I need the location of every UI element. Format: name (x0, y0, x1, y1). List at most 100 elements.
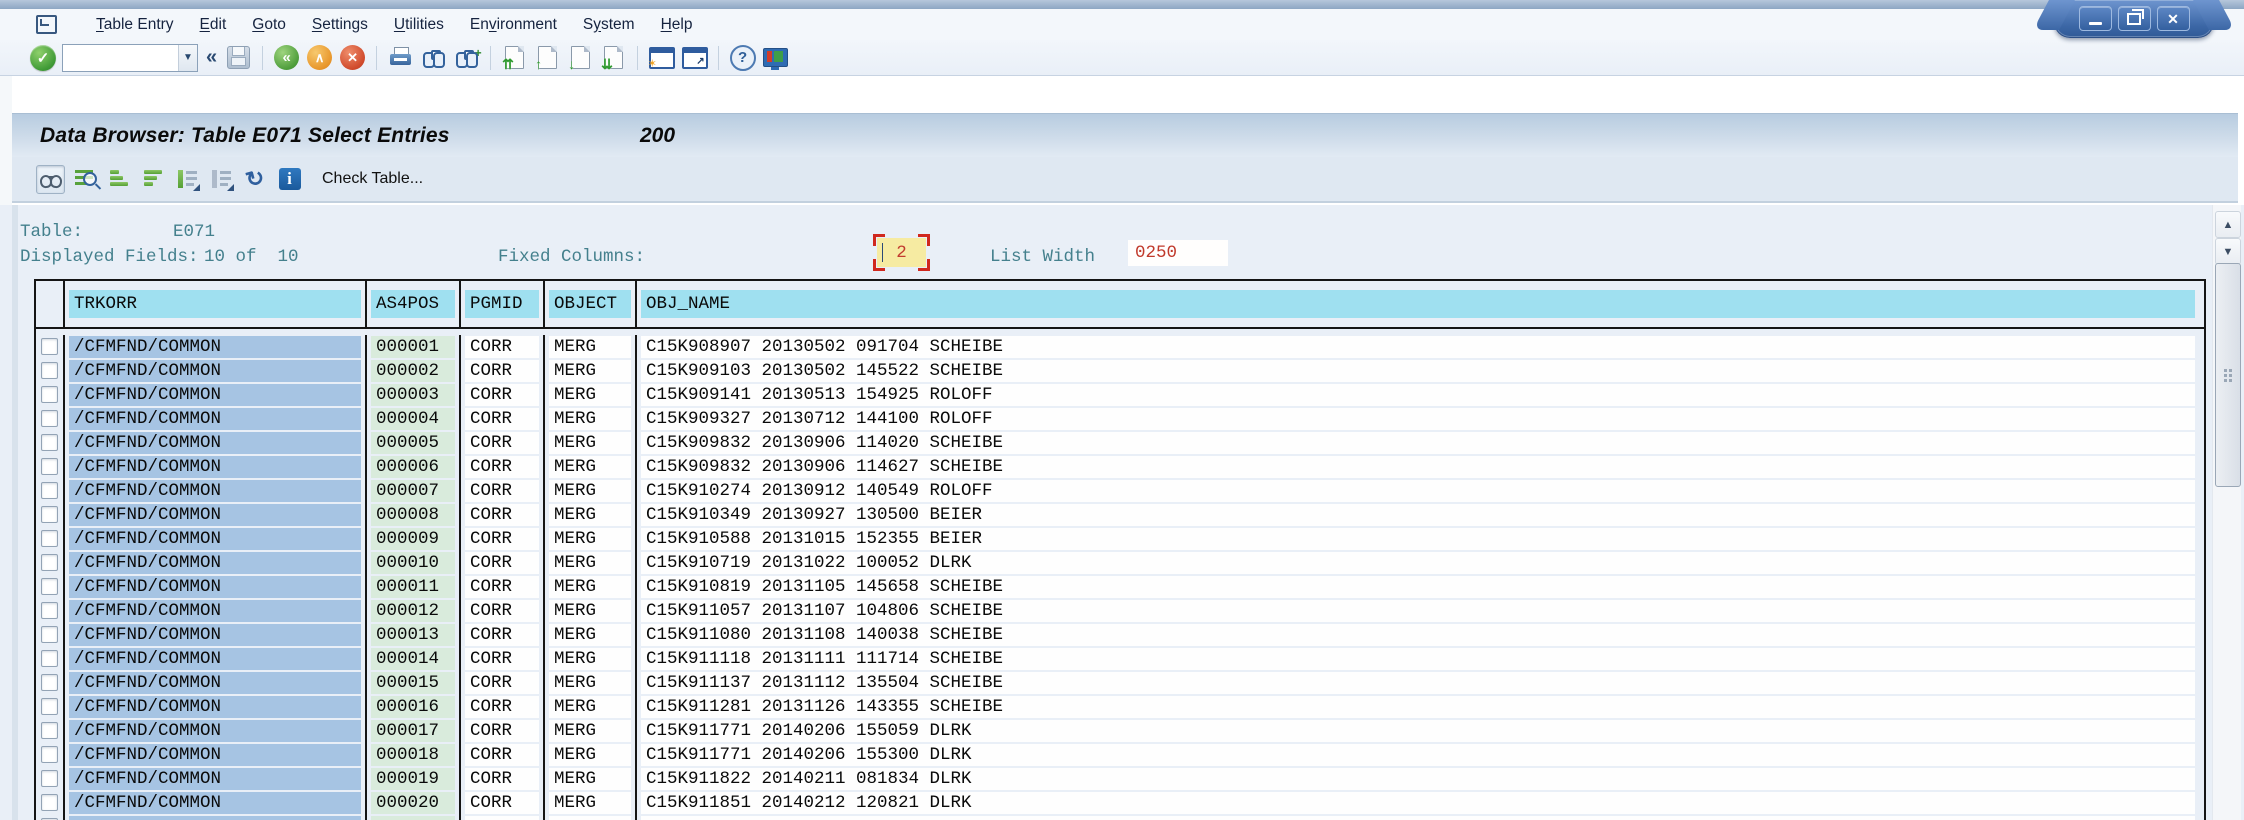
column-header-obj-name[interactable]: OBJ_NAME (637, 281, 2204, 327)
sort-descending-button[interactable] (140, 166, 167, 193)
delete-filter-button[interactable] (208, 166, 235, 193)
row-checkbox[interactable] (41, 602, 58, 619)
cancel-button[interactable]: ✕ (339, 44, 366, 71)
cell-trkorr: /CFMFND/COMMON (65, 335, 367, 359)
table-row[interactable]: /CFMFND/COMMON 000011 CORR MERG C15K9108… (36, 575, 2204, 599)
menu-item-environment[interactable]: Environment (457, 12, 570, 38)
help-button[interactable]: ? (729, 44, 756, 71)
cell-pgmid: CORR (461, 551, 545, 575)
choose-details-button[interactable] (72, 166, 99, 193)
refresh-button[interactable]: ↻ (242, 166, 269, 193)
system-menu-icon[interactable] (36, 15, 57, 34)
column-header-as4pos[interactable]: AS4POS (367, 281, 461, 327)
column-header-pgmid[interactable]: PGMID (461, 281, 545, 327)
row-checkbox[interactable] (41, 386, 58, 403)
table-row[interactable]: /CFMFND/COMMON 000020 CORR MERG C15K9118… (36, 791, 2204, 815)
table-row[interactable]: /CFMFND/COMMON 000005 CORR MERG C15K9098… (36, 431, 2204, 455)
check-table-button[interactable]: Check Table... (322, 170, 423, 188)
scrollbar-thumb[interactable] (2215, 263, 2241, 487)
next-page-button[interactable]: ↓ (567, 44, 594, 71)
gui-settings-button[interactable] (762, 44, 789, 71)
sort-descending-icon (144, 170, 164, 188)
row-checkbox[interactable] (41, 554, 58, 571)
row-checkbox[interactable] (41, 578, 58, 595)
cell-as4pos: 000012 (367, 599, 461, 623)
table-row[interactable]: /CFMFND/COMMON 000004 CORR MERG C15K9093… (36, 407, 2204, 431)
find-button[interactable] (420, 44, 447, 71)
row-checkbox[interactable] (41, 722, 58, 739)
sort-ascending-button[interactable] (106, 166, 133, 193)
menu-item-settings[interactable]: Settings (299, 12, 381, 38)
set-filter-button[interactable] (174, 166, 201, 193)
create-shortcut-button[interactable]: ↗ (681, 44, 708, 71)
menu-item-edit[interactable]: Edit (187, 12, 240, 38)
last-page-button[interactable]: ⇊ (600, 44, 627, 71)
save-button[interactable] (225, 44, 252, 71)
table-row[interactable]: /CFMFND/COMMON 000007 CORR MERG C15K9102… (36, 479, 2204, 503)
table-row[interactable]: /CFMFND/COMMON 000019 CORR MERG C15K9118… (36, 767, 2204, 791)
command-field[interactable] (63, 47, 178, 69)
table-row[interactable]: /CFMFND/COMMON 000013 CORR MERG C15K9110… (36, 623, 2204, 647)
menu-item-goto[interactable]: Goto (239, 12, 299, 38)
back-button[interactable]: « (273, 44, 300, 71)
row-checkbox[interactable] (41, 410, 58, 427)
table-row[interactable]: /CFMFND/COMMON 000003 CORR MERG C15K9091… (36, 383, 2204, 407)
menu-item-system[interactable]: System (570, 12, 648, 38)
row-checkbox[interactable] (41, 530, 58, 547)
table-row[interactable]: /CFMFND/COMMON 000010 CORR MERG C15K9107… (36, 551, 2204, 575)
table-row[interactable]: /CFMFND/COMMON 000006 CORR MERG C15K9098… (36, 455, 2204, 479)
enter-button[interactable]: ✓ (30, 45, 56, 71)
collapse-icon[interactable]: « (204, 46, 219, 69)
find-next-button[interactable]: + (453, 44, 480, 71)
column-header-trkorr[interactable]: TRKORR (65, 281, 367, 327)
first-page-button[interactable]: ⇈ (501, 44, 528, 71)
table-row[interactable]: /CFMFND/COMMON 000012 CORR MERG C15K9110… (36, 599, 2204, 623)
row-checkbox[interactable] (41, 746, 58, 763)
menu-item-help[interactable]: Help (648, 12, 706, 38)
new-session-button[interactable]: ✶ (648, 44, 675, 71)
menu-item-utilities[interactable]: Utilities (381, 12, 457, 38)
row-checkbox[interactable] (41, 482, 58, 499)
row-select-cell (36, 719, 65, 743)
table-row[interactable]: /CFMFND/COMMON 000015 CORR MERG C15K9111… (36, 671, 2204, 695)
column-header-object[interactable]: OBJECT (545, 281, 637, 327)
table-row[interactable]: /CFMFND/COMMON 000018 CORR MERG C15K9117… (36, 743, 2204, 767)
row-checkbox[interactable] (41, 674, 58, 691)
table-row[interactable]: /CFMFND/COMMON 000001 CORR MERG C15K9089… (36, 335, 2204, 359)
fixed-columns-field[interactable]: 2 (877, 238, 926, 267)
table-row[interactable]: /CFMFND/COMMON 000014 CORR MERG C15K9111… (36, 647, 2204, 671)
scroll-down-button[interactable]: ▼ (2215, 238, 2241, 265)
table-row[interactable]: /CFMFND/COMMON 000008 CORR MERG C15K9103… (36, 503, 2204, 527)
row-checkbox[interactable] (41, 794, 58, 811)
cell-as4pos: 000006 (367, 455, 461, 479)
display-button[interactable] (36, 165, 65, 194)
table-row-partial[interactable] (36, 815, 2204, 820)
exit-button[interactable]: ∧ (306, 44, 333, 71)
row-checkbox[interactable] (41, 506, 58, 523)
row-checkbox[interactable] (41, 650, 58, 667)
cell-pgmid: CORR (461, 791, 545, 815)
table-row[interactable]: /CFMFND/COMMON 000002 CORR MERG C15K9091… (36, 359, 2204, 383)
command-dropdown-icon[interactable]: ▼ (178, 45, 197, 71)
row-checkbox[interactable] (41, 338, 58, 355)
info-button[interactable]: i (276, 166, 303, 193)
cell-object: MERG (545, 599, 637, 623)
previous-page-button[interactable]: ↑ (534, 44, 561, 71)
close-button[interactable]: ✕ (2157, 6, 2190, 31)
row-checkbox[interactable] (41, 458, 58, 475)
row-checkbox[interactable] (41, 770, 58, 787)
row-checkbox[interactable] (41, 626, 58, 643)
row-checkbox[interactable] (41, 434, 58, 451)
table-row[interactable]: /CFMFND/COMMON 000016 CORR MERG C15K9112… (36, 695, 2204, 719)
minimize-button[interactable] (2079, 6, 2112, 31)
table-row[interactable]: /CFMFND/COMMON 000017 CORR MERG C15K9117… (36, 719, 2204, 743)
menu-item-table-entry[interactable]: Table Entry (83, 12, 187, 38)
row-checkbox[interactable] (41, 698, 58, 715)
scroll-up-button[interactable]: ▲ (2215, 211, 2241, 238)
table-row[interactable]: /CFMFND/COMMON 000009 CORR MERG C15K9105… (36, 527, 2204, 551)
list-width-field[interactable]: 0250 (1128, 240, 1228, 266)
vertical-scrollbar[interactable]: ▲ ▼ (2212, 205, 2241, 820)
row-checkbox[interactable] (41, 362, 58, 379)
restore-button[interactable] (2118, 6, 2151, 31)
print-button[interactable] (387, 44, 414, 71)
